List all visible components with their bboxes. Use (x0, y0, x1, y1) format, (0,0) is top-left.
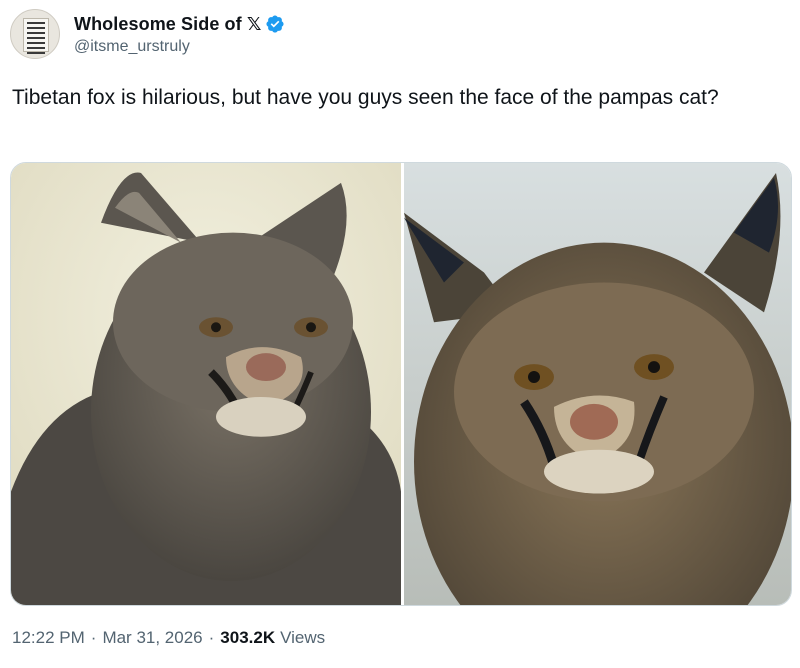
author-names: Wholesome Side of 𝕏 @itsme_urstruly (74, 12, 285, 56)
meta-separator: · (90, 628, 97, 647)
media-grid (10, 162, 792, 606)
verified-badge-icon (266, 15, 284, 33)
tweet-date[interactable]: Mar 31, 2026 (102, 628, 202, 648)
name-row: Wholesome Side of 𝕏 (74, 12, 285, 36)
author-handle[interactable]: @itsme_urstruly (74, 38, 285, 56)
sign-board-icon (23, 18, 49, 54)
display-name[interactable]: Wholesome Side of 𝕏 (74, 14, 261, 35)
views-label: Views (280, 628, 326, 647)
meta-separator-2: · (208, 628, 215, 647)
tweet-text: Tibetan fox is hilarious, but have you g… (12, 86, 719, 109)
pampas-cat-image-left (11, 163, 401, 605)
tweet-header: Wholesome Side of 𝕏 @itsme_urstruly (10, 8, 610, 60)
photo-pampas-cat-1[interactable] (11, 163, 401, 605)
tweet-meta: 12:22 PM · Mar 31, 2026 · 303.2K Views (12, 628, 325, 648)
pampas-cat-image-right (404, 163, 791, 605)
photo-pampas-cat-2[interactable] (404, 163, 791, 605)
views-count[interactable]: 303.2K (220, 628, 275, 648)
avatar[interactable] (10, 9, 60, 59)
tweet-time[interactable]: 12:22 PM (12, 628, 85, 648)
